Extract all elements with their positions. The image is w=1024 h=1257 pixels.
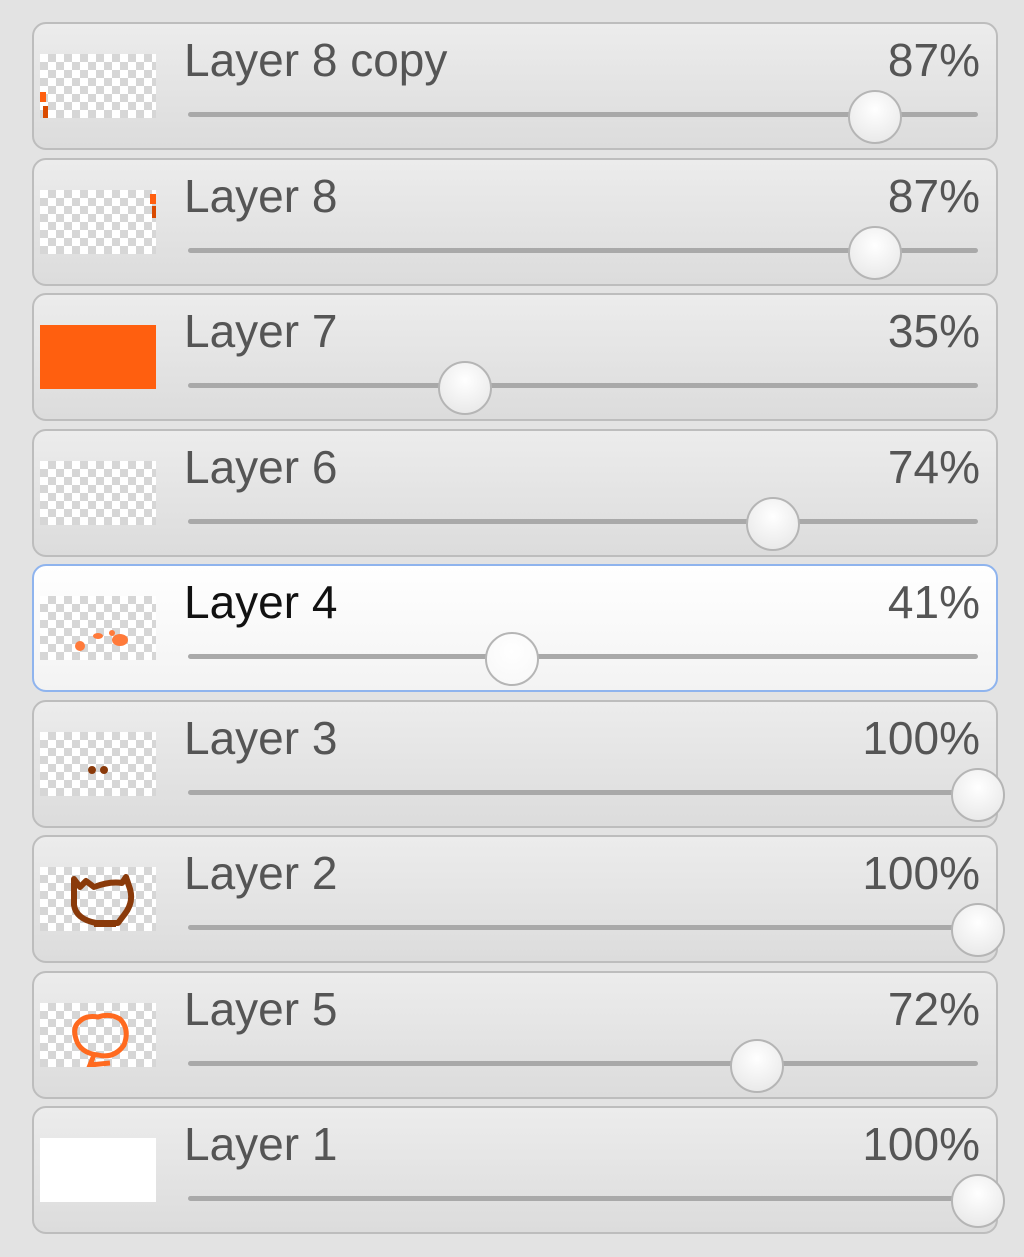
layer-thumbnail: [40, 190, 156, 254]
slider-track[interactable]: [188, 654, 978, 659]
layer-row[interactable]: Layer 1 100%: [32, 1106, 1005, 1234]
layer-opacity-value: 100%: [862, 1118, 980, 1170]
slider-track[interactable]: [188, 1061, 978, 1066]
opacity-slider[interactable]: [188, 768, 1005, 822]
layer-opacity-value: 72%: [887, 983, 980, 1035]
layer-thumbnail: [40, 1138, 156, 1202]
orange-head-outline-icon: [72, 1012, 129, 1067]
layer-name: Layer 3: [184, 712, 338, 764]
layer-thumbnail: [40, 54, 156, 118]
slider-thumb[interactable]: [951, 768, 1005, 822]
brown-dots-icon: [88, 766, 108, 774]
layer-opacity-value: 41%: [887, 576, 980, 628]
slider-thumb[interactable]: [746, 497, 800, 551]
slider-track[interactable]: [188, 519, 978, 524]
layer-thumbnail: [40, 1003, 156, 1067]
opacity-slider[interactable]: [188, 632, 978, 686]
layer-row[interactable]: Layer 3 100%: [32, 700, 1005, 828]
slider-thumb[interactable]: [485, 632, 539, 686]
layer-name: Layer 8 copy: [184, 34, 448, 86]
slider-thumb[interactable]: [730, 1039, 784, 1093]
opacity-slider[interactable]: [188, 497, 978, 551]
slider-track[interactable]: [188, 790, 978, 795]
layer-row[interactable]: Layer 4 41%: [32, 564, 998, 692]
layer-thumbnail: [40, 732, 156, 796]
layer-name: Layer 1: [184, 1118, 338, 1170]
opacity-slider[interactable]: [188, 361, 978, 415]
brown-cat-outline-icon: [71, 874, 135, 927]
layer-row[interactable]: Layer 2 100%: [32, 835, 1005, 963]
layer-row[interactable]: Layer 5 72%: [32, 971, 998, 1099]
layer-row[interactable]: Layer 8 87%: [32, 158, 998, 286]
layer-thumbnail: [40, 596, 156, 660]
opacity-slider[interactable]: [188, 226, 978, 280]
layer-thumbnail: [40, 461, 156, 525]
layer-name: Layer 5: [184, 983, 338, 1035]
slider-thumb[interactable]: [951, 1174, 1005, 1228]
layer-name: Layer 6: [184, 441, 338, 493]
layer-thumbnail: [40, 867, 156, 931]
layer-opacity-value: 35%: [887, 305, 980, 357]
slider-track[interactable]: [188, 383, 978, 388]
layer-name: Layer 4: [184, 576, 338, 628]
slider-thumb[interactable]: [951, 903, 1005, 957]
layer-opacity-value: 87%: [887, 34, 980, 86]
slider-track[interactable]: [188, 1196, 978, 1201]
slider-thumb[interactable]: [438, 361, 492, 415]
slider-track[interactable]: [188, 925, 978, 930]
orange-edge-mark-right-icon: [150, 194, 156, 218]
orange-edge-mark-left-icon: [40, 92, 48, 118]
layer-name: Layer 7: [184, 305, 338, 357]
layer-opacity-value: 87%: [887, 170, 980, 222]
opacity-slider[interactable]: [188, 903, 1005, 957]
opacity-slider[interactable]: [188, 1174, 1005, 1228]
empty-transparent-icon: [40, 461, 156, 525]
layer-row[interactable]: Layer 8 copy 87%: [32, 22, 998, 150]
opacity-slider[interactable]: [188, 90, 978, 144]
orange-dots-icon: [75, 630, 128, 651]
layer-opacity-value: 74%: [887, 441, 980, 493]
orange-fill-icon: [40, 325, 156, 389]
opacity-slider[interactable]: [188, 1039, 978, 1093]
layer-opacity-value: 100%: [862, 712, 980, 764]
layers-panel: Layer 8 copy 87% Layer 8 87% Layer 7 35% Layer…: [0, 0, 1024, 1257]
layer-name: Layer 2: [184, 847, 338, 899]
layer-name: Layer 8: [184, 170, 338, 222]
white-fill-icon: [40, 1138, 156, 1202]
slider-thumb[interactable]: [848, 90, 902, 144]
layer-row[interactable]: Layer 6 74%: [32, 429, 998, 557]
layer-row[interactable]: Layer 7 35%: [32, 293, 998, 421]
slider-thumb[interactable]: [848, 226, 902, 280]
layer-thumbnail: [40, 325, 156, 389]
layer-opacity-value: 100%: [862, 847, 980, 899]
